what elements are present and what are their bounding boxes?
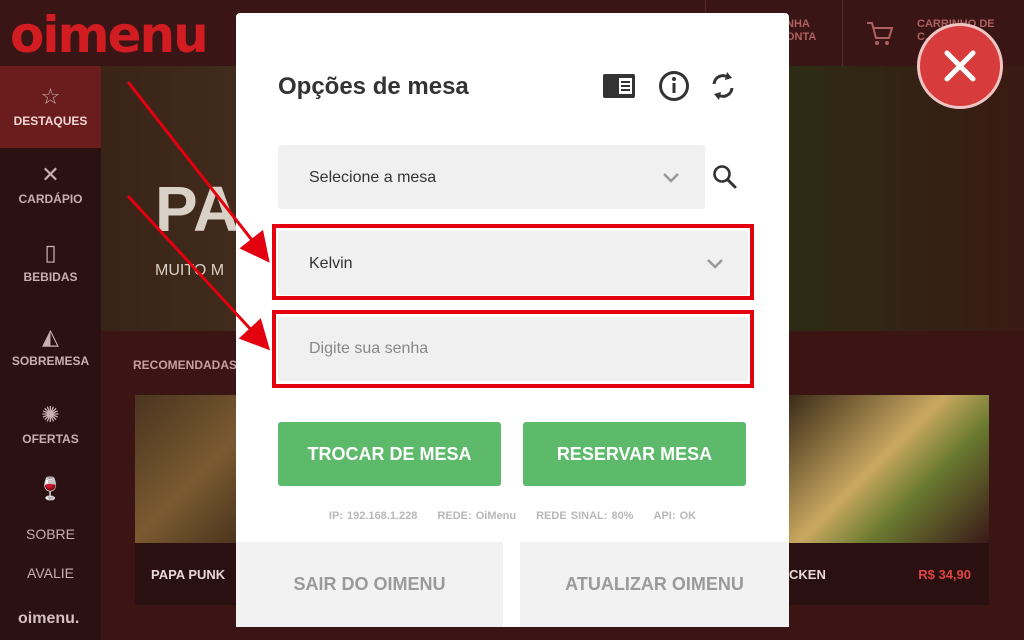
beer-icon: ▯: [44, 240, 57, 265]
hero-title: PA: [155, 173, 240, 245]
table-select[interactable]: Selecione a mesa: [278, 145, 705, 209]
sidebar-link-sobre[interactable]: SOBRE: [0, 526, 101, 542]
info-icon[interactable]: [656, 68, 692, 104]
sidebar-item-cardapio[interactable]: ✕ CARDÁPIO: [0, 162, 101, 206]
highlight-box-waiter: [272, 224, 754, 300]
sidebar-item-ofertas[interactable]: ✺ OFERTAS: [0, 402, 101, 446]
change-table-button[interactable]: TROCAR DE MESA: [278, 422, 501, 486]
star-icon: ☆: [40, 84, 61, 109]
sidebar-link-avalie[interactable]: AVALIE: [0, 565, 101, 581]
wine-glass-icon: 🍷: [36, 476, 65, 501]
hero-subtitle: MUITO M: [155, 262, 225, 279]
sidebar-item-bebidas[interactable]: ▯ BEBIDAS: [0, 240, 101, 284]
update-oimenu-button[interactable]: ATUALIZAR OIMENU: [520, 542, 789, 627]
search-icon[interactable]: [711, 163, 739, 191]
cutlery-icon: ✕: [41, 162, 60, 187]
status-network: REDE: OiMenu: [437, 510, 517, 522]
sidebar-item-sobre[interactable]: 🍷: [0, 476, 101, 506]
status-signal: REDE SINAL: 80%: [536, 510, 634, 522]
sidebar-item-label: CARDÁPIO: [18, 192, 83, 206]
reserve-table-button[interactable]: RESERVAR MESA: [523, 422, 746, 486]
recommended-label: RECOMENDADAS: [133, 358, 238, 372]
status-line: IP: 192.168.1.228 REDE: OiMenu REDE SINA…: [236, 510, 789, 522]
cart-icon: [867, 22, 894, 45]
app-logo: oimenu: [10, 6, 209, 64]
close-modal-button[interactable]: [917, 23, 1003, 109]
table-select-value: Selecione a mesa: [309, 169, 437, 186]
product-name: PAPA PUNK: [151, 567, 226, 582]
footer-logo: oimenu.: [18, 610, 80, 627]
product-name: CKEN: [789, 567, 826, 582]
product-price: R$ 34,90: [918, 567, 971, 582]
chevron-down-icon: [663, 173, 679, 183]
product-card-chicken[interactable]: CKEN R$ 34,90: [789, 395, 989, 605]
sidebar-item-label: DESTAQUES: [13, 114, 88, 128]
menu-card-icon[interactable]: [601, 68, 637, 104]
cake-icon: ◭: [42, 324, 59, 349]
table-options-modal: Opções de mesa Selecione a mesa Kelvin T…: [236, 13, 789, 627]
product-image: [789, 395, 989, 543]
sidebar-item-label: SOBREMESA: [11, 354, 90, 368]
exit-oimenu-button[interactable]: SAIR DO OIMENU: [236, 542, 503, 627]
discount-icon: ✺: [41, 402, 60, 427]
close-icon: [944, 50, 976, 82]
status-ip: IP: 192.168.1.228: [328, 510, 418, 522]
sidebar-item-destaques[interactable]: ☆ DESTAQUES: [0, 66, 101, 148]
status-api: API: OK: [653, 510, 697, 522]
highlight-box-password: [272, 310, 754, 388]
modal-title: Opções de mesa: [278, 73, 469, 100]
refresh-icon[interactable]: [705, 68, 741, 104]
sidebar-item-label: BEBIDAS: [23, 270, 78, 284]
sidebar-item-sobremesa[interactable]: ◭ SOBREMESA: [0, 324, 101, 368]
sidebar-item-label: OFERTAS: [22, 432, 79, 446]
